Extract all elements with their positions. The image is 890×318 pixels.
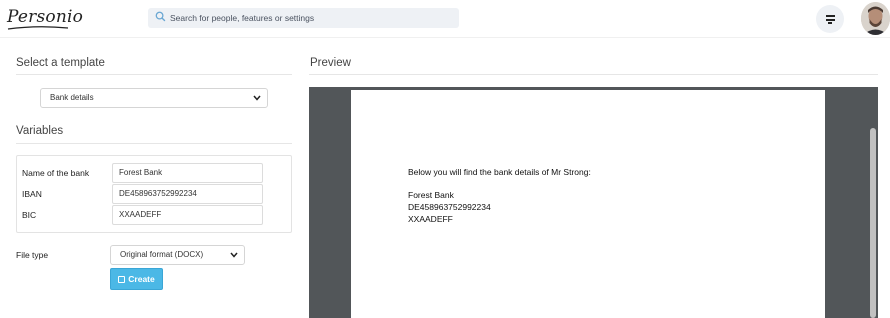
- preview-heading: Preview: [310, 57, 351, 69]
- avatar-photo: [861, 2, 890, 35]
- create-button[interactable]: Create: [110, 268, 163, 290]
- section-rule: [16, 143, 292, 144]
- global-search[interactable]: [148, 8, 459, 28]
- bank-name-input[interactable]: Forest Bank: [112, 163, 263, 183]
- section-rule: [16, 74, 292, 75]
- preview-intro-line: Below you will find the bank details of …: [408, 167, 591, 177]
- top-bar: Personio: [0, 0, 890, 37]
- file-type-select-value: Original format (DOCX): [120, 250, 204, 259]
- iban-input[interactable]: DE458963752992234: [112, 184, 263, 204]
- preview-page: Below you will find the bank details of …: [351, 90, 825, 318]
- filter-button[interactable]: [816, 5, 844, 33]
- file-type-label: File type: [16, 250, 49, 260]
- bank-name-label: Name of the bank: [22, 168, 90, 178]
- chevron-down-icon: [230, 252, 238, 258]
- template-select-value: Bank details: [50, 93, 94, 102]
- user-avatar[interactable]: [861, 2, 890, 35]
- header-divider: [0, 37, 890, 38]
- file-type-select[interactable]: Original format (DOCX): [110, 245, 245, 265]
- preview-bic: XXAADEFF: [408, 214, 453, 224]
- iban-label: IBAN: [22, 189, 42, 199]
- template-select[interactable]: Bank details: [40, 88, 268, 108]
- chevron-down-icon: [253, 95, 261, 101]
- bic-label: BIC: [22, 210, 37, 220]
- variables-heading: Variables: [16, 125, 64, 137]
- logo-swoosh-icon: [7, 26, 69, 30]
- select-template-heading: Select a template: [16, 57, 105, 69]
- personio-logo[interactable]: Personio: [7, 7, 84, 30]
- section-rule: [309, 74, 878, 75]
- search-icon: [155, 11, 166, 22]
- filter-lines-icon: [826, 15, 835, 17]
- preview-iban: DE458963752992234: [408, 202, 491, 212]
- create-button-label: Create: [128, 274, 155, 284]
- search-input[interactable]: [170, 8, 450, 28]
- preview-scrollbar-thumb[interactable]: [870, 128, 876, 318]
- preview-bank-name: Forest Bank: [408, 190, 454, 200]
- bic-input[interactable]: XXAADEFF: [112, 205, 263, 225]
- logo-text: Personio: [7, 7, 84, 27]
- floppy-disk-icon: [118, 276, 126, 283]
